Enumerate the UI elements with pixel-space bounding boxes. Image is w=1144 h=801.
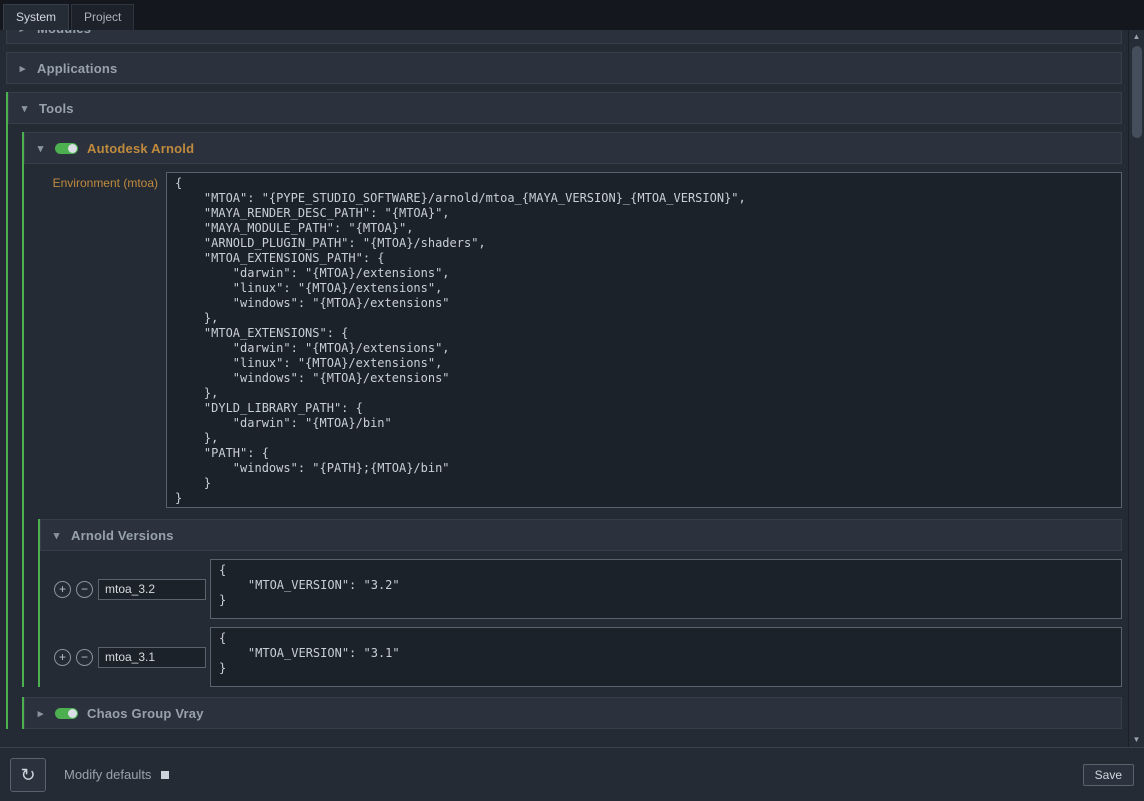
- collapse-arrow-icon: ▸: [17, 30, 28, 35]
- version-row: + − { "MTOA_VERSION": "3.1" }: [54, 627, 1122, 687]
- arnold-versions-label: Arnold Versions: [71, 528, 174, 543]
- section-modules-label: Modules: [37, 30, 91, 36]
- section-vray-header[interactable]: ▸ Chaos Group Vray: [24, 697, 1122, 729]
- expand-arrow-icon: ▾: [35, 142, 46, 155]
- vertical-scrollbar[interactable]: ▲ ▼: [1128, 30, 1144, 747]
- section-tools-label: Tools: [39, 101, 74, 116]
- section-applications-header[interactable]: ▸ Applications: [6, 52, 1122, 84]
- refresh-icon: ↻: [20, 765, 35, 785]
- version-json-editor[interactable]: { "MTOA_VERSION": "3.2" }: [210, 559, 1122, 619]
- section-arnold-group: ▾ Autodesk Arnold Environment (mtoa) { "…: [22, 132, 1122, 687]
- tab-bar: System Project: [0, 0, 1144, 30]
- scroll-up-icon[interactable]: ▲: [1129, 30, 1144, 44]
- modify-defaults-label: Modify defaults: [64, 767, 151, 782]
- main-area: ▸ Modules ▸ Applications ▾ Tools ▾: [0, 30, 1144, 747]
- section-arnold-label: Autodesk Arnold: [87, 141, 194, 156]
- section-tools-header[interactable]: ▾ Tools: [8, 92, 1122, 124]
- section-arnold-header[interactable]: ▾ Autodesk Arnold: [24, 132, 1122, 164]
- section-modules-header[interactable]: ▸ Modules: [6, 30, 1122, 44]
- arnold-versions-header[interactable]: ▾ Arnold Versions: [40, 519, 1122, 551]
- section-tools-group: ▾ Tools ▾ Autodesk Arnold Environment (m…: [6, 92, 1122, 729]
- section-vray-group: ▸ Chaos Group Vray: [22, 697, 1122, 729]
- scroll-down-icon[interactable]: ▼: [1129, 733, 1144, 747]
- version-row: + − { "MTOA_VERSION": "3.2" }: [54, 559, 1122, 619]
- settings-scroll-area: ▸ Modules ▸ Applications ▾ Tools ▾: [0, 30, 1128, 747]
- add-version-button[interactable]: +: [54, 649, 71, 666]
- arnold-versions-group: ▾ Arnold Versions + − { "MTOA_VERSION": …: [38, 519, 1122, 687]
- version-key-input[interactable]: [98, 647, 206, 668]
- section-applications-label: Applications: [37, 61, 117, 76]
- collapse-arrow-icon: ▸: [35, 707, 46, 720]
- environment-json-editor[interactable]: { "MTOA": "{PYPE_STUDIO_SOFTWARE}/arnold…: [166, 172, 1122, 508]
- expand-arrow-icon: ▾: [51, 529, 62, 542]
- expand-arrow-icon: ▾: [19, 102, 30, 115]
- version-json-editor[interactable]: { "MTOA_VERSION": "3.1" }: [210, 627, 1122, 687]
- remove-version-button[interactable]: −: [76, 649, 93, 666]
- modify-defaults-checkbox[interactable]: [161, 771, 169, 779]
- tab-project[interactable]: Project: [71, 4, 134, 30]
- environment-label: Environment (mtoa): [32, 172, 166, 508]
- section-vray-label: Chaos Group Vray: [87, 706, 204, 721]
- tab-system[interactable]: System: [3, 4, 69, 30]
- settings-window: System Project ▸ Modules ▸ Applications …: [0, 0, 1144, 801]
- remove-version-button[interactable]: −: [76, 581, 93, 598]
- scroll-thumb[interactable]: [1132, 46, 1142, 138]
- refresh-button[interactable]: ↻: [10, 758, 46, 792]
- arnold-enabled-toggle[interactable]: [55, 143, 78, 154]
- collapse-arrow-icon: ▸: [17, 62, 28, 75]
- environment-field-row: Environment (mtoa) { "MTOA": "{PYPE_STUD…: [32, 172, 1122, 508]
- version-key-input[interactable]: [98, 579, 206, 600]
- footer-bar: ↻ Modify defaults Save: [0, 747, 1144, 801]
- save-button[interactable]: Save: [1083, 764, 1134, 786]
- add-version-button[interactable]: +: [54, 581, 71, 598]
- vray-enabled-toggle[interactable]: [55, 708, 78, 719]
